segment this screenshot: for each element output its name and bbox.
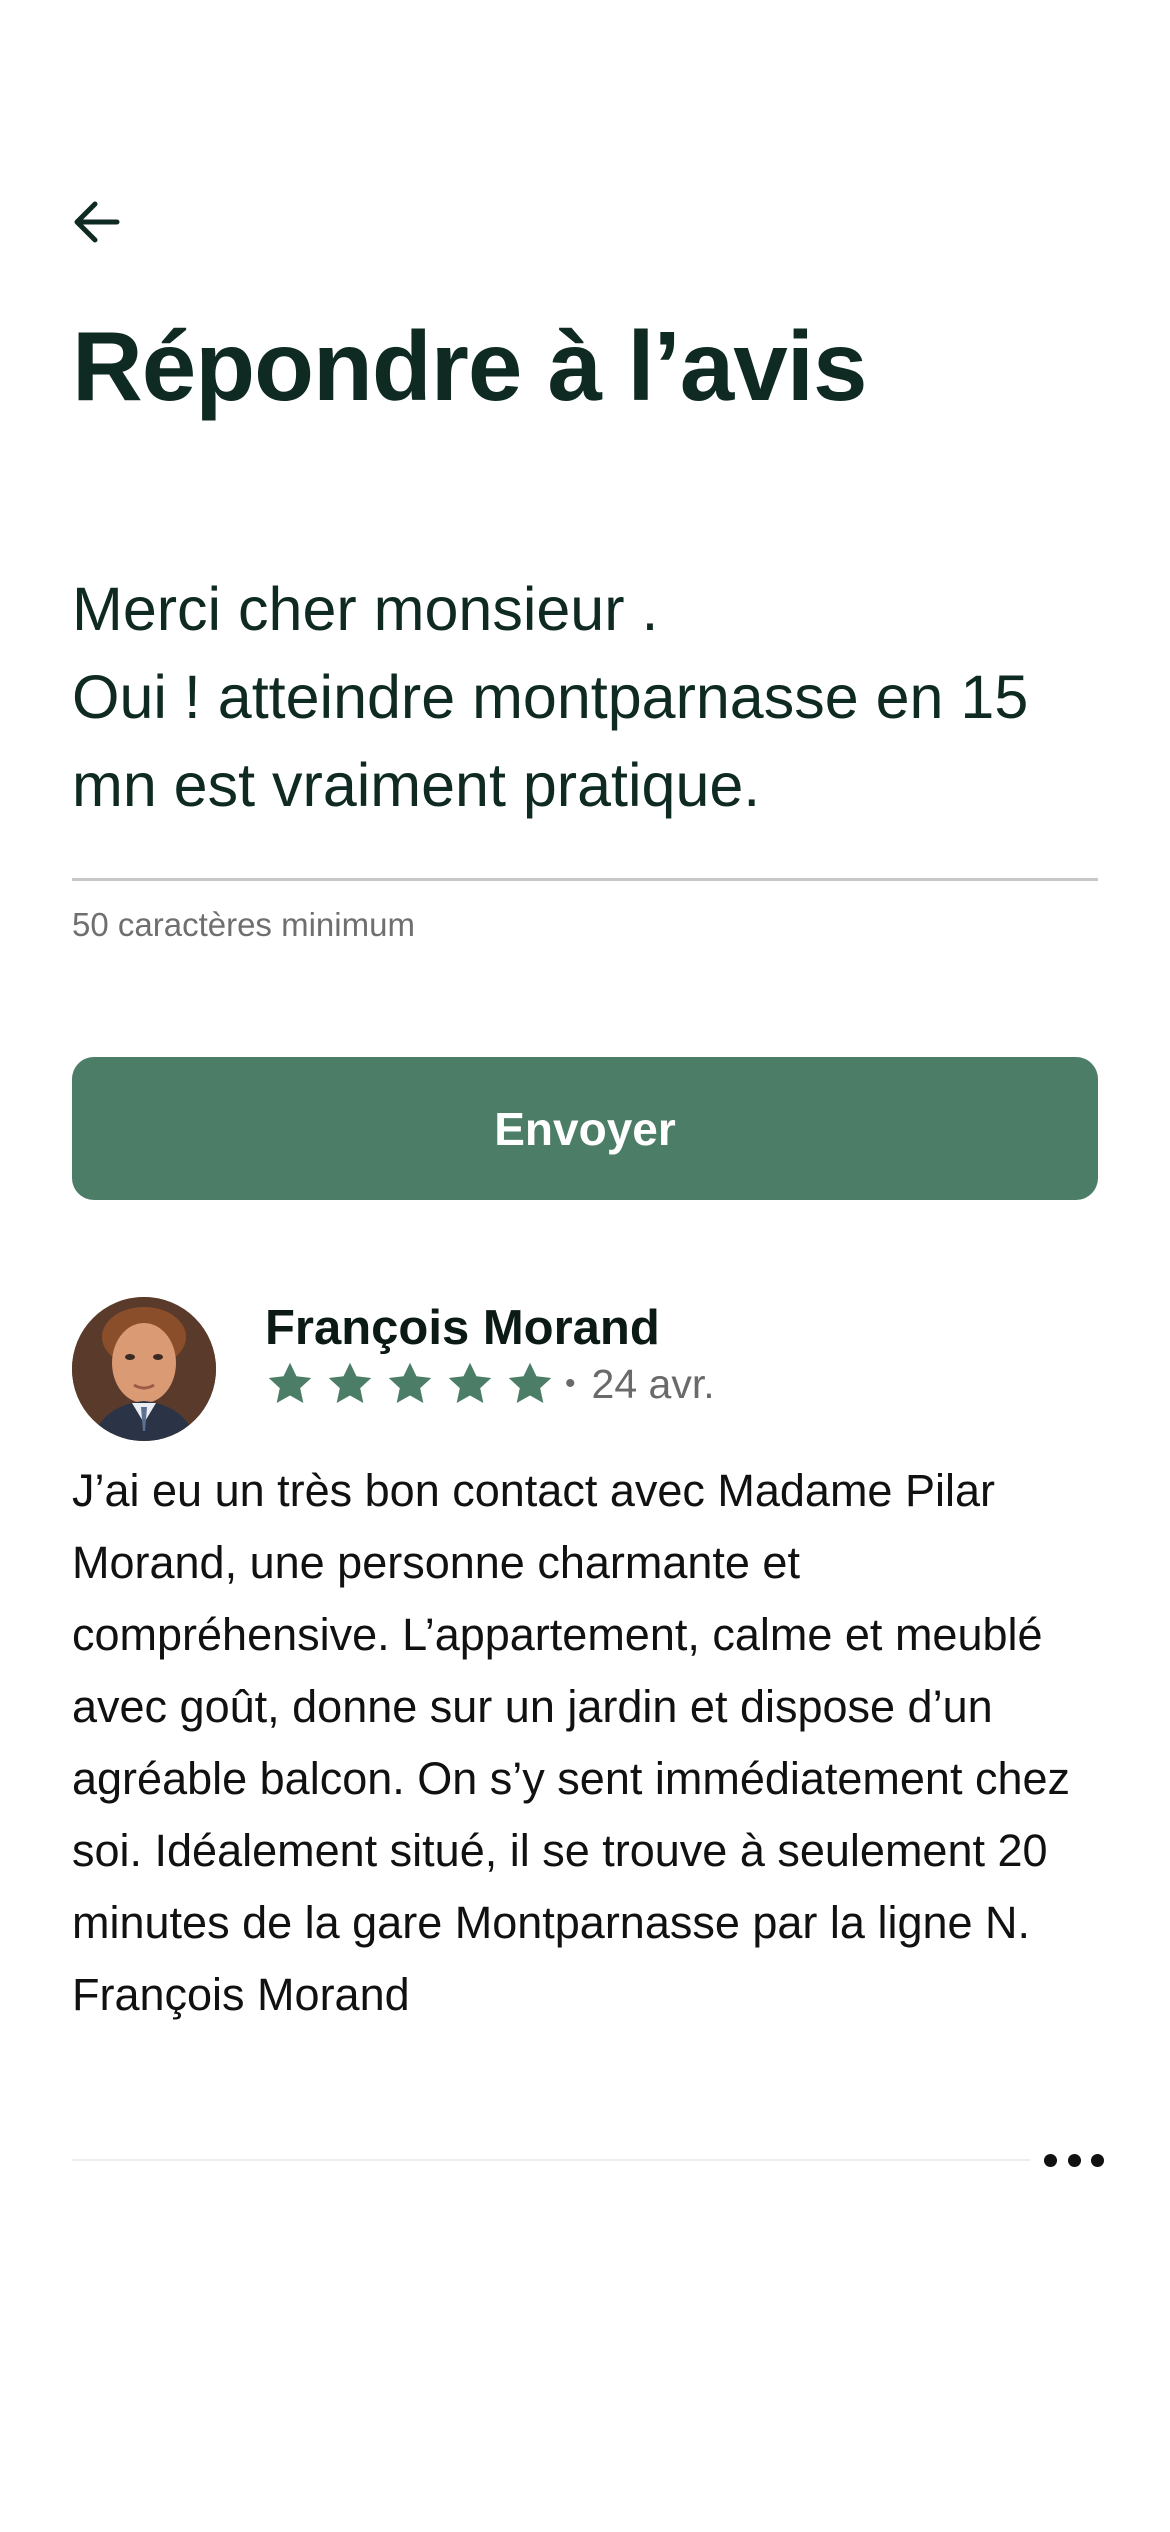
min-characters-hint: 50 caractères minimum bbox=[72, 906, 415, 943]
reply-field-underline bbox=[72, 878, 1098, 881]
review-text: J’ai eu un très bon contact avec Madame … bbox=[72, 1455, 1102, 2031]
more-horizontal-icon bbox=[1067, 2153, 1081, 2167]
reviewer-photo bbox=[72, 1297, 216, 1441]
star-icon bbox=[388, 1362, 432, 1403]
review-divider bbox=[72, 2159, 1030, 2161]
star-icon bbox=[448, 1362, 492, 1403]
arrow-left-icon bbox=[74, 201, 120, 243]
avatar bbox=[72, 1297, 216, 1441]
review-paragraph: J’ai eu un très bon contact avec Madame … bbox=[72, 1465, 1071, 1948]
more-horizontal-icon bbox=[1044, 2153, 1057, 2167]
reviewer-name: François Morand bbox=[265, 1301, 660, 1355]
more-horizontal-icon bbox=[1091, 2153, 1104, 2167]
send-button[interactable]: Envoyer bbox=[72, 1057, 1098, 1200]
page-title: Répondre à l’avis bbox=[72, 311, 868, 421]
rating-row: • 24 avr. bbox=[265, 1356, 715, 1412]
more-options-button[interactable] bbox=[1044, 2145, 1104, 2175]
back-button[interactable] bbox=[66, 192, 126, 252]
star-icon bbox=[268, 1362, 312, 1403]
star-icon bbox=[328, 1362, 372, 1403]
review-date: 24 avr. bbox=[591, 1360, 715, 1407]
reply-review-screen: Répondre à l’avis Merci cher monsieur . … bbox=[0, 0, 1170, 2532]
review-separator: • bbox=[565, 1367, 576, 1400]
star-rating bbox=[265, 1359, 565, 1409]
reply-text-field[interactable]: Merci cher monsieur . Oui ! atteindre mo… bbox=[72, 565, 1098, 829]
review-signature: François Morand bbox=[72, 1969, 410, 2020]
star-icon bbox=[508, 1362, 552, 1403]
